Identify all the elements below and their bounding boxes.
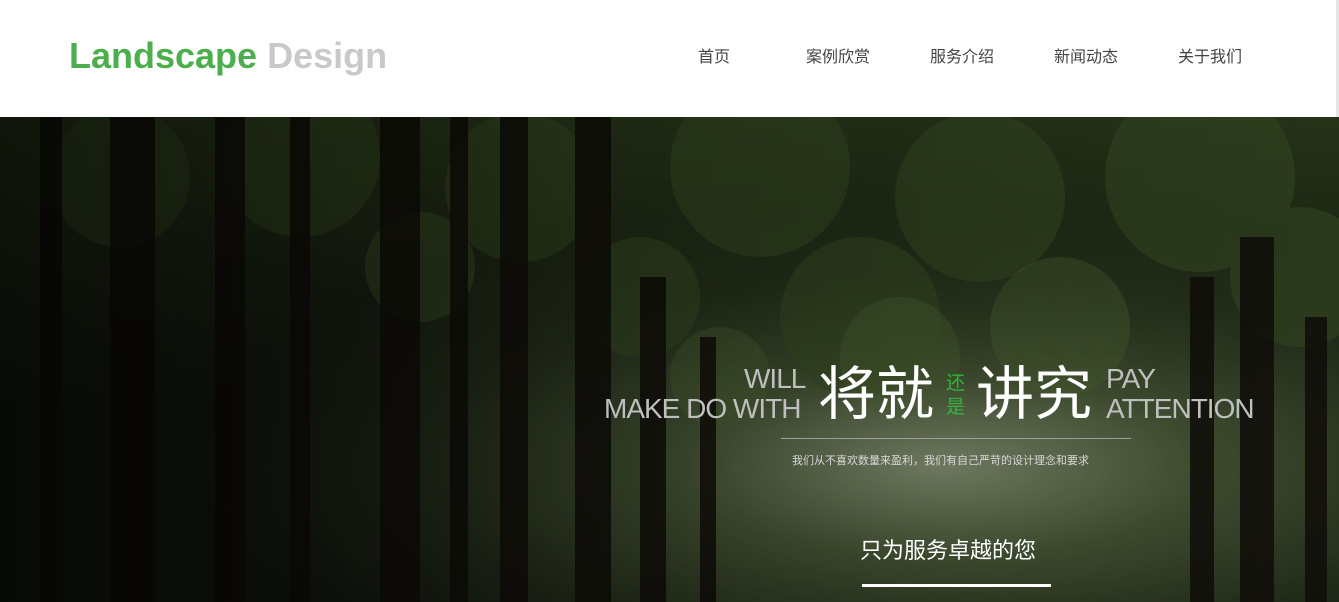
nav-item-cases[interactable]: 案例欣赏 (806, 46, 870, 68)
right-english-line-1: PAY (1106, 363, 1156, 394)
nav-item-news[interactable]: 新闻动态 (1054, 46, 1118, 68)
slogan-underline (862, 584, 1051, 587)
nav-item-about[interactable]: 关于我们 (1178, 46, 1242, 68)
nav-item-home[interactable]: 首页 (698, 46, 730, 68)
nav-item-services[interactable]: 服务介绍 (930, 46, 994, 68)
site-header: Landscape Design 首页 案例欣赏 服务介绍 新闻动态 关于我们 (0, 0, 1339, 117)
headline-divider (781, 438, 1131, 439)
left-english-line-2: MAKE DO WITH (604, 393, 801, 424)
forest-background-image (0, 117, 1339, 602)
left-english-line-1: WILL (744, 363, 806, 394)
hero-slogan: 只为服务卓越的您 (860, 539, 1037, 564)
headline-connector-top: 还 (946, 372, 966, 394)
right-english-line-2: ATTENTION (1106, 393, 1255, 424)
headline-connector-bottom: 是 (946, 396, 966, 418)
hero-subtitle: 我们从不喜欢数量来盈利，我们有自己严苛的设计理念和要求 (792, 454, 1089, 467)
hero-banner: WILL MAKE DO WITH 将就 还 是 讲究 PAY ATTENTIO… (0, 117, 1339, 602)
headline-word-compromise: 将就 (818, 360, 935, 428)
headline-word-refined: 讲究 (976, 360, 1093, 428)
main-nav: 首页 案例欣赏 服务介绍 新闻动态 关于我们 (0, 46, 1339, 70)
